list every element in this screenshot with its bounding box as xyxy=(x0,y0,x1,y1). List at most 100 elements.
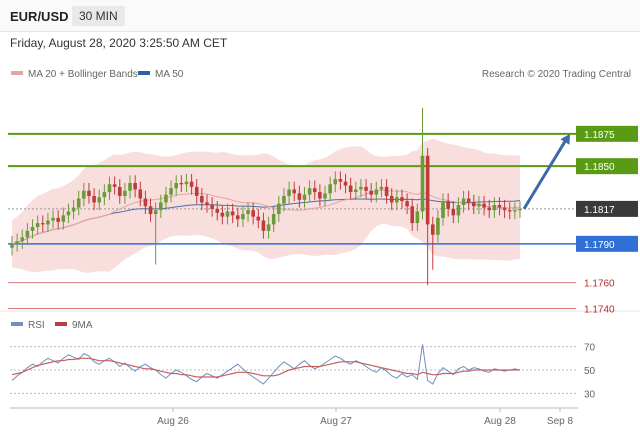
candle-body xyxy=(15,241,19,244)
candle-body xyxy=(153,210,158,215)
candle-body xyxy=(436,217,440,235)
candle-body xyxy=(164,194,168,203)
candle-body xyxy=(507,210,512,212)
candle-body xyxy=(40,223,45,225)
forecast-arrow xyxy=(522,133,570,210)
candle-body xyxy=(395,197,399,203)
candle-body xyxy=(338,179,343,182)
candle-body xyxy=(246,210,250,215)
candle-body xyxy=(410,206,415,224)
candle-body xyxy=(282,195,286,204)
candle-body xyxy=(92,195,96,203)
candle-body xyxy=(220,212,225,217)
candle-body xyxy=(138,189,143,199)
candle-body xyxy=(200,195,204,203)
rsi-panel: 70 50 30 xyxy=(10,343,596,400)
candle-body xyxy=(20,237,25,242)
candle-body xyxy=(76,198,81,208)
candle-body xyxy=(364,186,368,191)
candle-body xyxy=(117,186,122,196)
level-label: 1.1760 xyxy=(584,279,615,290)
candle-body xyxy=(112,184,117,187)
candle-body xyxy=(333,179,338,185)
candle-body xyxy=(348,185,353,193)
candle-body xyxy=(71,207,76,212)
x-tick-label: Aug 27 xyxy=(320,416,352,427)
candle-body xyxy=(51,217,55,221)
candle-body xyxy=(189,181,194,187)
rsi-tick-label: 50 xyxy=(584,366,596,377)
x-tick-label: Aug 26 xyxy=(157,416,189,427)
candle-body xyxy=(266,224,271,231)
level-label: 1.1790 xyxy=(584,240,615,251)
candle-body xyxy=(66,211,71,216)
candle-body xyxy=(477,203,481,207)
candle-body xyxy=(328,184,332,194)
level-label: 1.1875 xyxy=(584,130,615,141)
candle-body xyxy=(251,210,255,217)
candle-body xyxy=(235,215,240,220)
candle-body xyxy=(441,201,445,218)
ma50-legend-label: MA 50 xyxy=(155,69,184,80)
candle-body xyxy=(420,155,425,212)
candle-body xyxy=(518,208,522,211)
ma20-legend-swatch xyxy=(11,71,23,75)
copyright-label: Research © 2020 Trading Central xyxy=(482,69,631,80)
candle-body xyxy=(415,211,420,224)
candle-body xyxy=(61,215,66,222)
candle-body xyxy=(502,207,507,211)
candle-body xyxy=(302,194,307,200)
rsi-legend-swatch xyxy=(11,322,23,326)
candle-body xyxy=(292,189,297,194)
candle-body xyxy=(487,207,492,211)
candle-body xyxy=(307,188,312,195)
candle-body xyxy=(30,227,35,231)
rsi-tick-label: 70 xyxy=(584,343,596,354)
candle-body xyxy=(35,223,40,227)
level-label: 1.1740 xyxy=(584,305,615,316)
candle-body xyxy=(169,188,173,195)
candle-body xyxy=(430,224,435,235)
candle-body xyxy=(46,220,50,225)
candle-body xyxy=(492,205,497,211)
candle-body xyxy=(215,208,220,213)
candle-body xyxy=(318,192,322,199)
candle-body xyxy=(82,190,86,199)
candle-body xyxy=(159,202,163,211)
candle-body xyxy=(384,186,389,196)
candle-body xyxy=(425,155,430,225)
candle-body xyxy=(210,205,214,209)
candle-body xyxy=(143,198,148,207)
candle-body xyxy=(10,243,14,248)
ma50-legend-swatch xyxy=(138,71,150,75)
candle-body xyxy=(225,211,230,217)
candle-body xyxy=(184,181,189,185)
candle-body xyxy=(194,186,199,196)
candle-body xyxy=(230,211,235,216)
rsi-tick-label: 30 xyxy=(584,389,596,400)
candle-body xyxy=(389,195,394,203)
candle-body xyxy=(271,214,276,225)
arrow-shaft xyxy=(522,139,568,210)
candle-body xyxy=(323,193,327,199)
ma9-legend-swatch xyxy=(55,322,67,326)
candle-body xyxy=(359,186,363,190)
candle-body xyxy=(205,202,209,205)
level-label: 1.1850 xyxy=(584,162,615,173)
candle-body xyxy=(102,192,107,198)
candle-body xyxy=(400,197,404,202)
candle-body xyxy=(107,184,112,193)
rsi-line xyxy=(11,344,521,385)
candle-body xyxy=(497,205,502,208)
candle-body xyxy=(513,210,517,212)
candle-body xyxy=(277,203,281,215)
candle-body xyxy=(287,189,291,196)
candle-body xyxy=(25,230,30,238)
rsi-legend-label: RSI xyxy=(28,320,45,331)
candle-body xyxy=(56,217,60,222)
candle-body xyxy=(256,216,261,221)
candle-body xyxy=(446,201,450,209)
candle-body xyxy=(297,193,302,200)
candle-body xyxy=(456,205,461,216)
candle-body xyxy=(97,197,102,203)
